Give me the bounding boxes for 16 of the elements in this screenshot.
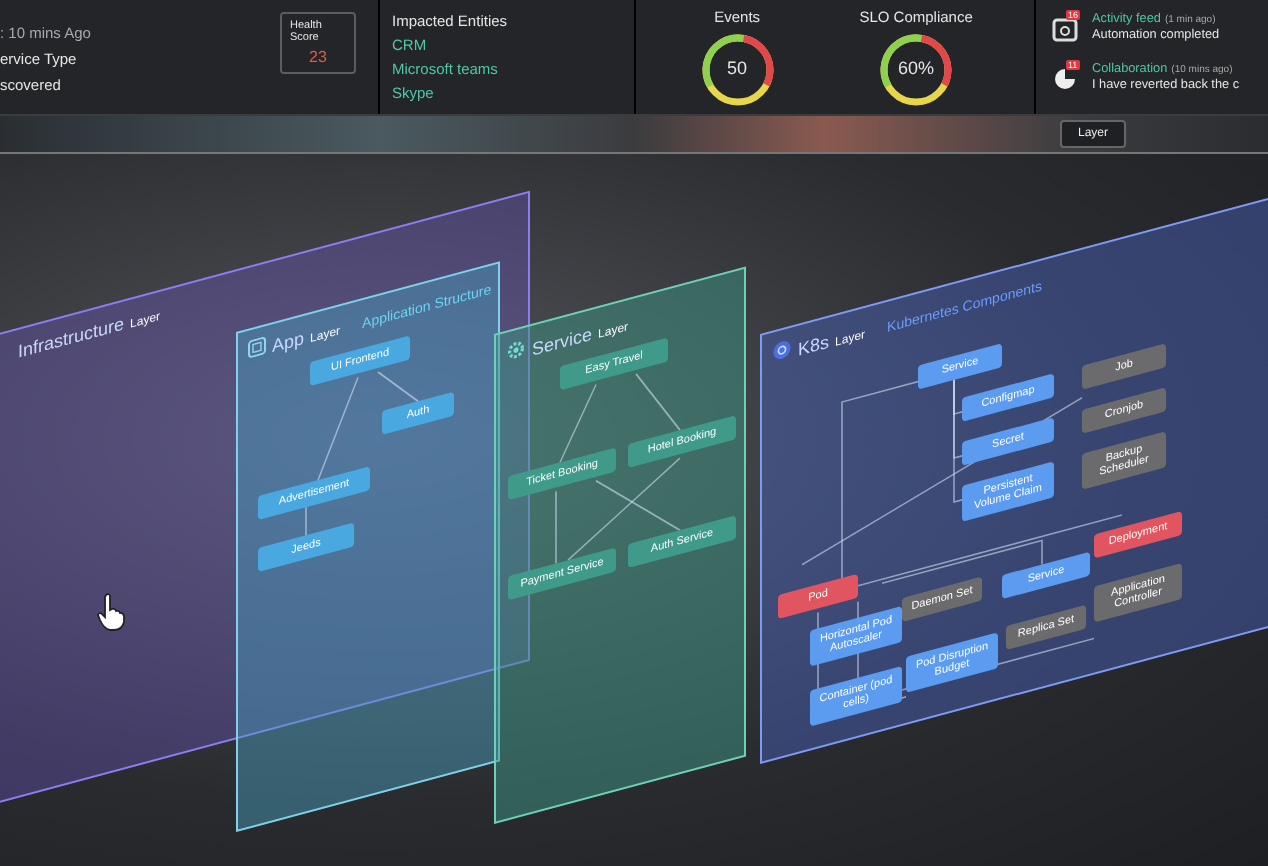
layer-name: App — [272, 327, 305, 357]
gauge-ring-drawing — [876, 30, 957, 110]
connector-line — [377, 371, 419, 403]
gauge-value: 50 — [725, 58, 750, 78]
app-square-icon — [248, 335, 266, 359]
gauge-value: 60% — [896, 58, 937, 78]
connector-line — [555, 490, 557, 565]
connector-line — [317, 376, 359, 481]
gauge-ring-drawing — [697, 30, 778, 110]
gear-icon — [506, 337, 526, 363]
pie-chart-icon — [1052, 66, 1078, 92]
connector-line — [305, 506, 307, 537]
layer-name: K8s — [798, 331, 830, 360]
health-score-value: 23 — [309, 48, 327, 66]
connector-line — [635, 373, 681, 431]
pointer-hand-icon — [96, 592, 128, 632]
